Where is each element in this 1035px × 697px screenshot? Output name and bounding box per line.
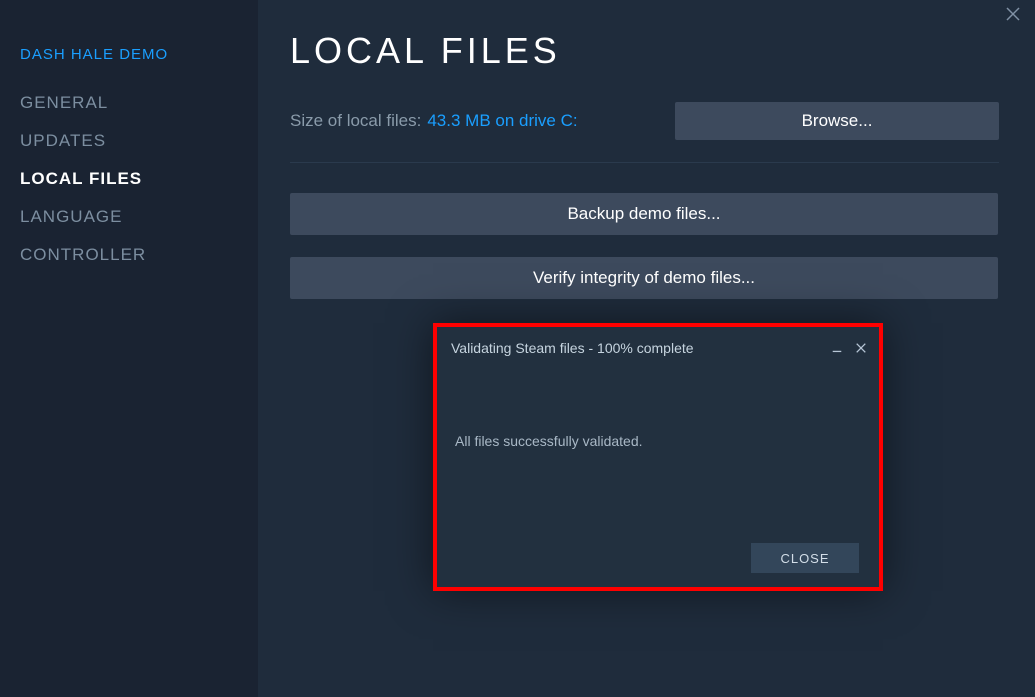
dialog-title: Validating Steam files - 100% complete	[451, 340, 823, 356]
size-value: 43.3 MB on drive C:	[427, 111, 577, 131]
sidebar-item-local-files[interactable]: LOCAL FILES	[20, 169, 258, 189]
dialog-titlebar: Validating Steam files - 100% complete	[437, 327, 879, 361]
sidebar-item-updates[interactable]: UPDATES	[20, 131, 258, 151]
dialog-footer: CLOSE	[751, 543, 859, 573]
sidebar-item-controller[interactable]: CONTROLLER	[20, 245, 258, 265]
dialog-message: All files successfully validated.	[437, 361, 879, 449]
sidebar-item-general[interactable]: GENERAL	[20, 93, 258, 113]
sidebar: DASH HALE DEMO GENERAL UPDATES LOCAL FIL…	[0, 0, 258, 697]
size-row: Size of local files: 43.3 MB on drive C:…	[290, 102, 999, 140]
divider	[290, 162, 999, 163]
validation-dialog: Validating Steam files - 100% complete A…	[433, 323, 883, 591]
close-dialog-icon[interactable]	[851, 338, 871, 358]
backup-button[interactable]: Backup demo files...	[290, 193, 998, 235]
close-button[interactable]: CLOSE	[751, 543, 859, 573]
close-icon[interactable]	[1005, 6, 1023, 24]
minimize-icon[interactable]	[827, 338, 847, 358]
game-title: DASH HALE DEMO	[20, 46, 258, 63]
size-label: Size of local files:	[290, 111, 421, 131]
sidebar-item-language[interactable]: LANGUAGE	[20, 207, 258, 227]
browse-button[interactable]: Browse...	[675, 102, 999, 140]
page-title: LOCAL FILES	[290, 30, 999, 72]
verify-button[interactable]: Verify integrity of demo files...	[290, 257, 998, 299]
